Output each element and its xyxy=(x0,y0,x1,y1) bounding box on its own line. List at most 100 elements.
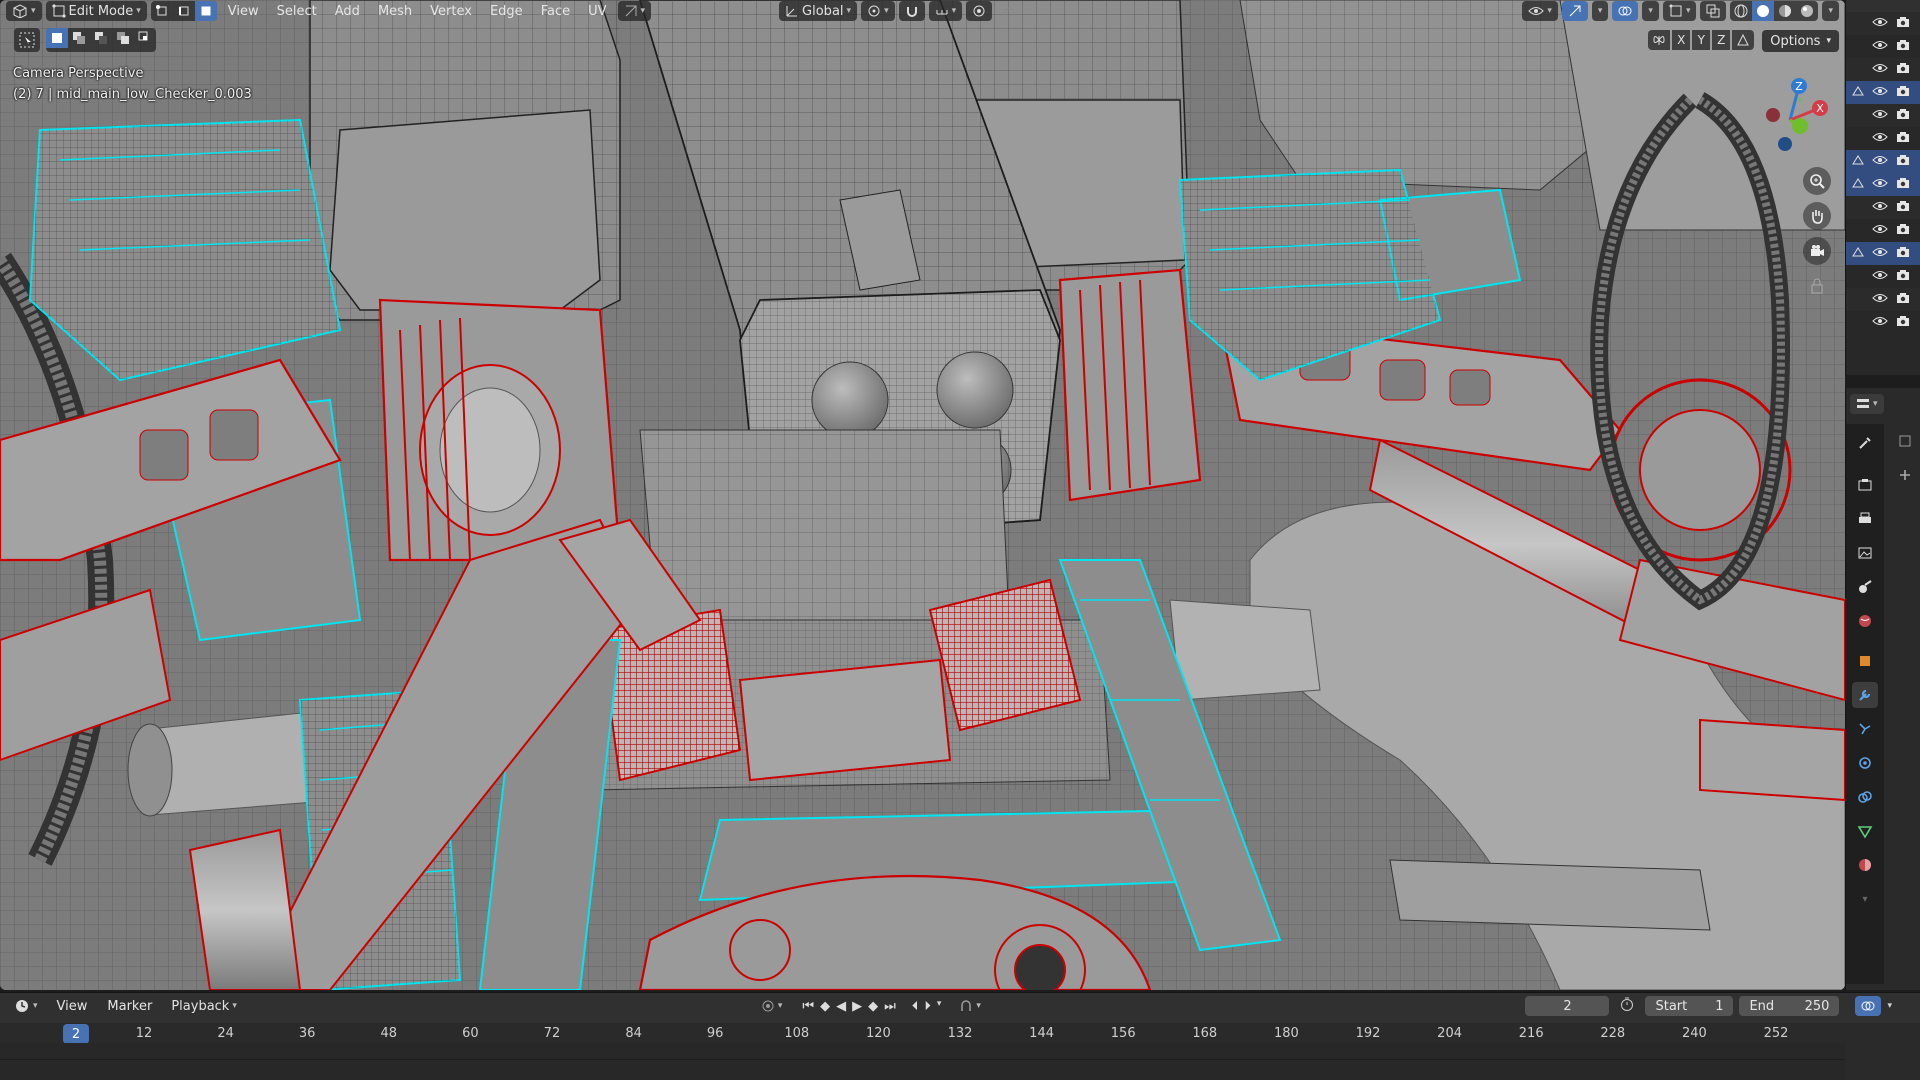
menu-add[interactable]: Add xyxy=(328,1,367,21)
camera-icon[interactable] xyxy=(1896,62,1910,78)
camera-icon[interactable] xyxy=(1896,200,1910,216)
camera-icon[interactable] xyxy=(1896,39,1910,55)
eye-icon[interactable] xyxy=(1872,85,1888,101)
camera-icon[interactable] xyxy=(1896,269,1910,285)
menu-face[interactable]: Face xyxy=(534,1,577,21)
eye-icon[interactable] xyxy=(1872,246,1888,262)
overlays-toggle[interactable] xyxy=(1612,1,1639,21)
current-frame-field[interactable]: 2 xyxy=(1525,996,1610,1016)
menu-edge[interactable]: Edge xyxy=(483,1,530,21)
gizmo-toggle[interactable] xyxy=(1561,1,1588,21)
xray-toggle[interactable] xyxy=(1700,1,1727,21)
falloff-dropdown[interactable] xyxy=(996,1,1022,21)
tab-view-layer[interactable] xyxy=(1852,540,1878,566)
tab-material[interactable] xyxy=(1852,852,1878,878)
eye-icon[interactable] xyxy=(1872,108,1888,124)
jump-end-icon[interactable]: ⏭ xyxy=(884,999,896,1014)
eye-icon[interactable] xyxy=(1872,223,1888,239)
options-dropdown[interactable]: Options ▾ xyxy=(1762,30,1839,52)
timeline-editor-type-button[interactable]: ▾ xyxy=(8,996,44,1016)
tab-modifiers[interactable] xyxy=(1852,682,1878,708)
navigation-gizmo[interactable]: Z X Y xyxy=(1745,70,1835,160)
properties-panel[interactable]: ▾ ▾ xyxy=(1845,388,1920,990)
outliner-row[interactable] xyxy=(1846,104,1920,127)
eye-icon[interactable] xyxy=(1872,292,1888,308)
outliner-row[interactable] xyxy=(1846,127,1920,150)
3d-viewport[interactable]: ▾ Edit Mode ▾ View Select Add Mesh Verte… xyxy=(0,0,1845,990)
eye-icon[interactable] xyxy=(1872,269,1888,285)
eye-icon[interactable] xyxy=(1872,177,1888,193)
menu-view[interactable]: View xyxy=(221,1,266,21)
pan-button[interactable] xyxy=(1803,202,1831,230)
outliner-row[interactable] xyxy=(1846,150,1920,173)
timeline-menu-view[interactable]: View xyxy=(50,996,95,1016)
chevron-down-icon[interactable]: ▾ xyxy=(1887,1001,1892,1011)
editor-type-button[interactable]: ▾ xyxy=(6,1,42,21)
proportional-edit-toggle[interactable] xyxy=(966,1,993,21)
playback-dropdown[interactable]: Playback ▾ xyxy=(165,996,243,1016)
eye-icon[interactable] xyxy=(1872,62,1888,78)
chevron-down-icon[interactable]: ▾ xyxy=(937,999,942,1014)
camera-icon[interactable] xyxy=(1896,177,1910,193)
tab-output[interactable] xyxy=(1852,506,1878,532)
tab-texture[interactable]: ▾ xyxy=(1852,886,1878,912)
outliner-row[interactable] xyxy=(1846,12,1920,35)
active-tool-button[interactable] xyxy=(14,28,40,52)
extend-selection-button[interactable] xyxy=(68,28,90,48)
snap-toggle[interactable] xyxy=(898,1,925,21)
camera-icon[interactable] xyxy=(1896,85,1910,101)
camera-icon[interactable] xyxy=(1896,223,1910,239)
mirror-x-toggle[interactable]: X xyxy=(1672,30,1691,50)
vertex-select-button[interactable] xyxy=(151,1,173,21)
gizmo-neg-z-axis[interactable] xyxy=(1778,137,1792,151)
camera-icon[interactable] xyxy=(1896,131,1910,147)
end-frame-field[interactable]: End 250 xyxy=(1739,996,1840,1016)
gizmo-neg-x-axis[interactable] xyxy=(1766,108,1780,122)
outliner-row[interactable] xyxy=(1846,196,1920,219)
edge-select-button[interactable] xyxy=(173,1,195,21)
uv-sync-button[interactable]: ▾ xyxy=(617,1,652,21)
visibility-dropdown[interactable]: ▾ xyxy=(1522,1,1558,21)
lock-camera-button[interactable] xyxy=(1803,272,1831,300)
jump-start-icon[interactable]: ⏮ xyxy=(802,999,814,1014)
playhead-frame[interactable]: 2 xyxy=(63,1024,89,1044)
step-forward-icon[interactable]: ⏵ xyxy=(924,999,931,1014)
auto-keying-toggle[interactable]: ▾ xyxy=(755,996,789,1016)
solid-shading-button[interactable] xyxy=(1752,1,1775,21)
set-selection-button[interactable] xyxy=(46,28,68,48)
mirror-options-button[interactable] xyxy=(1648,30,1671,50)
keying-set-dropdown[interactable]: ▾ xyxy=(953,996,987,1016)
menu-vertex[interactable]: Vertex xyxy=(423,1,479,21)
pivot-point-dropdown[interactable]: ▾ xyxy=(861,1,895,21)
play-icon[interactable]: ▶ xyxy=(852,999,862,1014)
tab-tool[interactable] xyxy=(1852,430,1878,456)
transform-orientation-dropdown[interactable]: Global ▾ xyxy=(779,1,858,21)
intersect-selection-button[interactable] xyxy=(134,28,156,48)
camera-icon[interactable] xyxy=(1896,292,1910,308)
tab-object[interactable] xyxy=(1852,648,1878,674)
camera-icon[interactable] xyxy=(1896,154,1910,170)
tab-world[interactable] xyxy=(1852,608,1878,634)
shading-dropdown[interactable]: ▾ xyxy=(1822,1,1839,21)
auto-merge-toggle[interactable] xyxy=(1732,30,1755,50)
menu-uv[interactable]: UV xyxy=(581,1,613,21)
outliner-row[interactable] xyxy=(1846,81,1920,104)
material-shading-button[interactable] xyxy=(1774,1,1796,21)
outliner-row[interactable] xyxy=(1846,173,1920,196)
next-keyframe-icon[interactable]: ◆ xyxy=(868,999,878,1014)
play-reverse-icon[interactable]: ◀ xyxy=(836,999,846,1014)
eye-icon[interactable] xyxy=(1872,200,1888,216)
menu-mesh[interactable]: Mesh xyxy=(371,1,419,21)
camera-icon[interactable] xyxy=(1896,246,1910,262)
prev-keyframe-icon[interactable]: ◆ xyxy=(820,999,830,1014)
mesh-edit-overlays-toggle[interactable]: ▾ xyxy=(1662,1,1697,21)
timeline-track[interactable] xyxy=(0,1043,1845,1080)
face-select-button[interactable] xyxy=(194,1,217,21)
outliner-panel[interactable] xyxy=(1845,0,1920,375)
eye-icon[interactable] xyxy=(1872,16,1888,32)
eye-icon[interactable] xyxy=(1872,39,1888,55)
menu-select[interactable]: Select xyxy=(270,1,324,21)
timeline-menu-marker[interactable]: Marker xyxy=(100,996,159,1016)
outliner-row[interactable] xyxy=(1846,242,1920,265)
tab-particles[interactable] xyxy=(1852,716,1878,742)
